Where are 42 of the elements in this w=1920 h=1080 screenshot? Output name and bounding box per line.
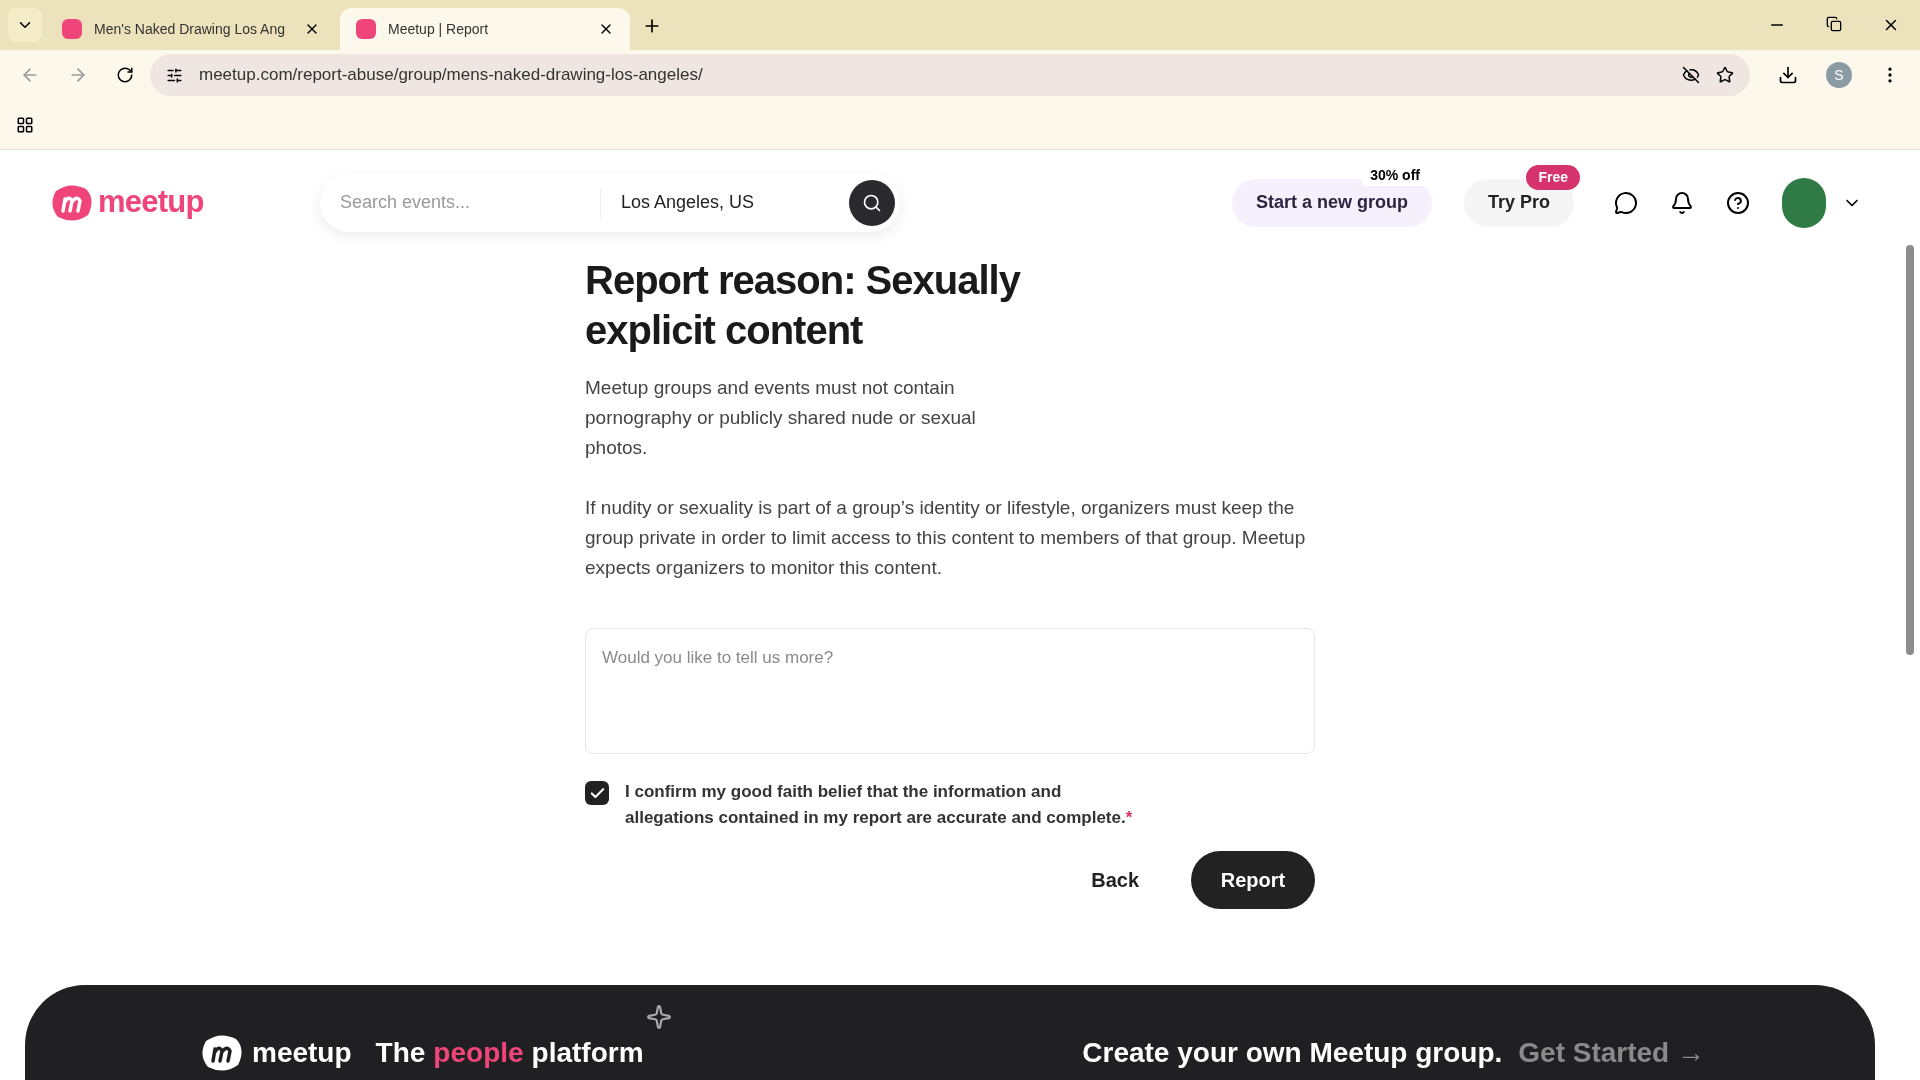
report-button[interactable]: Report	[1191, 851, 1315, 909]
tab-favicon-icon	[62, 19, 82, 39]
restore-icon[interactable]	[1826, 16, 1842, 32]
messages-icon[interactable]	[1614, 190, 1638, 215]
site-settings-icon[interactable]	[166, 66, 183, 84]
confirm-checkbox[interactable]	[585, 781, 609, 805]
meetup-logo-icon	[200, 1033, 244, 1073]
policy-paragraph: Meetup groups and events must not contain pornography or publicly shared nude or sexual photos.	[585, 376, 977, 460]
address-bar[interactable]: meetup.com/report-abuse/group/mens-naked-drawing-los-angeles/	[150, 54, 1750, 96]
tagline-word: platform	[531, 1036, 644, 1070]
tagline-word: people	[433, 1036, 524, 1070]
confirm-label: I confirm my good faith belief that the information and allegations contained in my report are accurate and complete.*	[625, 781, 1134, 829]
details-field[interactable]: Would you like to tell us more?	[585, 628, 1315, 754]
tagline-word: The	[375, 1036, 426, 1070]
free-badge: Free	[1526, 164, 1580, 190]
download-icon[interactable]	[1778, 65, 1798, 85]
url-text: meetup.com/report-abuse/group/mens-naked-drawing-los-angeles/	[199, 64, 704, 87]
browser-tab[interactable]: Meetup | Report	[340, 8, 630, 50]
meetup-logo-icon	[50, 182, 94, 223]
tracking-off-icon[interactable]	[1682, 66, 1700, 84]
search-icon	[862, 192, 882, 213]
apps-grid-icon[interactable]	[16, 115, 34, 134]
report-title: Report reason: Sexually explicit content	[585, 257, 1022, 354]
back-button[interactable]: Back	[1083, 865, 1147, 895]
tab-favicon-icon	[356, 19, 376, 39]
policy-paragraph: If nudity or sexuality is part of a group’s identity or lifestyle, organizers must keep the group private in order to limit access to this content to members of that group. Meetup expects organizers to monitor this content.	[585, 496, 1307, 580]
help-icon[interactable]	[1726, 190, 1750, 215]
sparkle-icon	[645, 1004, 672, 1030]
browser-tab[interactable]: Men's Naked Drawing Los Ang	[46, 8, 336, 50]
user-avatar[interactable]	[1782, 177, 1826, 228]
tab-title: Meetup | Report	[388, 19, 490, 39]
footer-logo-text[interactable]: meetup	[252, 1032, 352, 1074]
location-field[interactable]: Los Angeles, US	[621, 189, 849, 216]
bookmark-star-icon[interactable]	[1716, 66, 1734, 84]
search-field[interactable]: Search events...	[340, 189, 580, 216]
meetup-logo-text[interactable]: meetup	[98, 179, 204, 226]
reload-icon[interactable]	[116, 66, 134, 84]
get-started-link[interactable]: Get Started →	[1518, 1032, 1705, 1074]
tab-title: Men's Naked Drawing Los Ang	[94, 19, 286, 39]
search-button[interactable]	[849, 179, 895, 226]
footer-cta-text: Create your own Meetup group.	[1082, 1036, 1503, 1070]
notifications-icon[interactable]	[1670, 190, 1694, 215]
